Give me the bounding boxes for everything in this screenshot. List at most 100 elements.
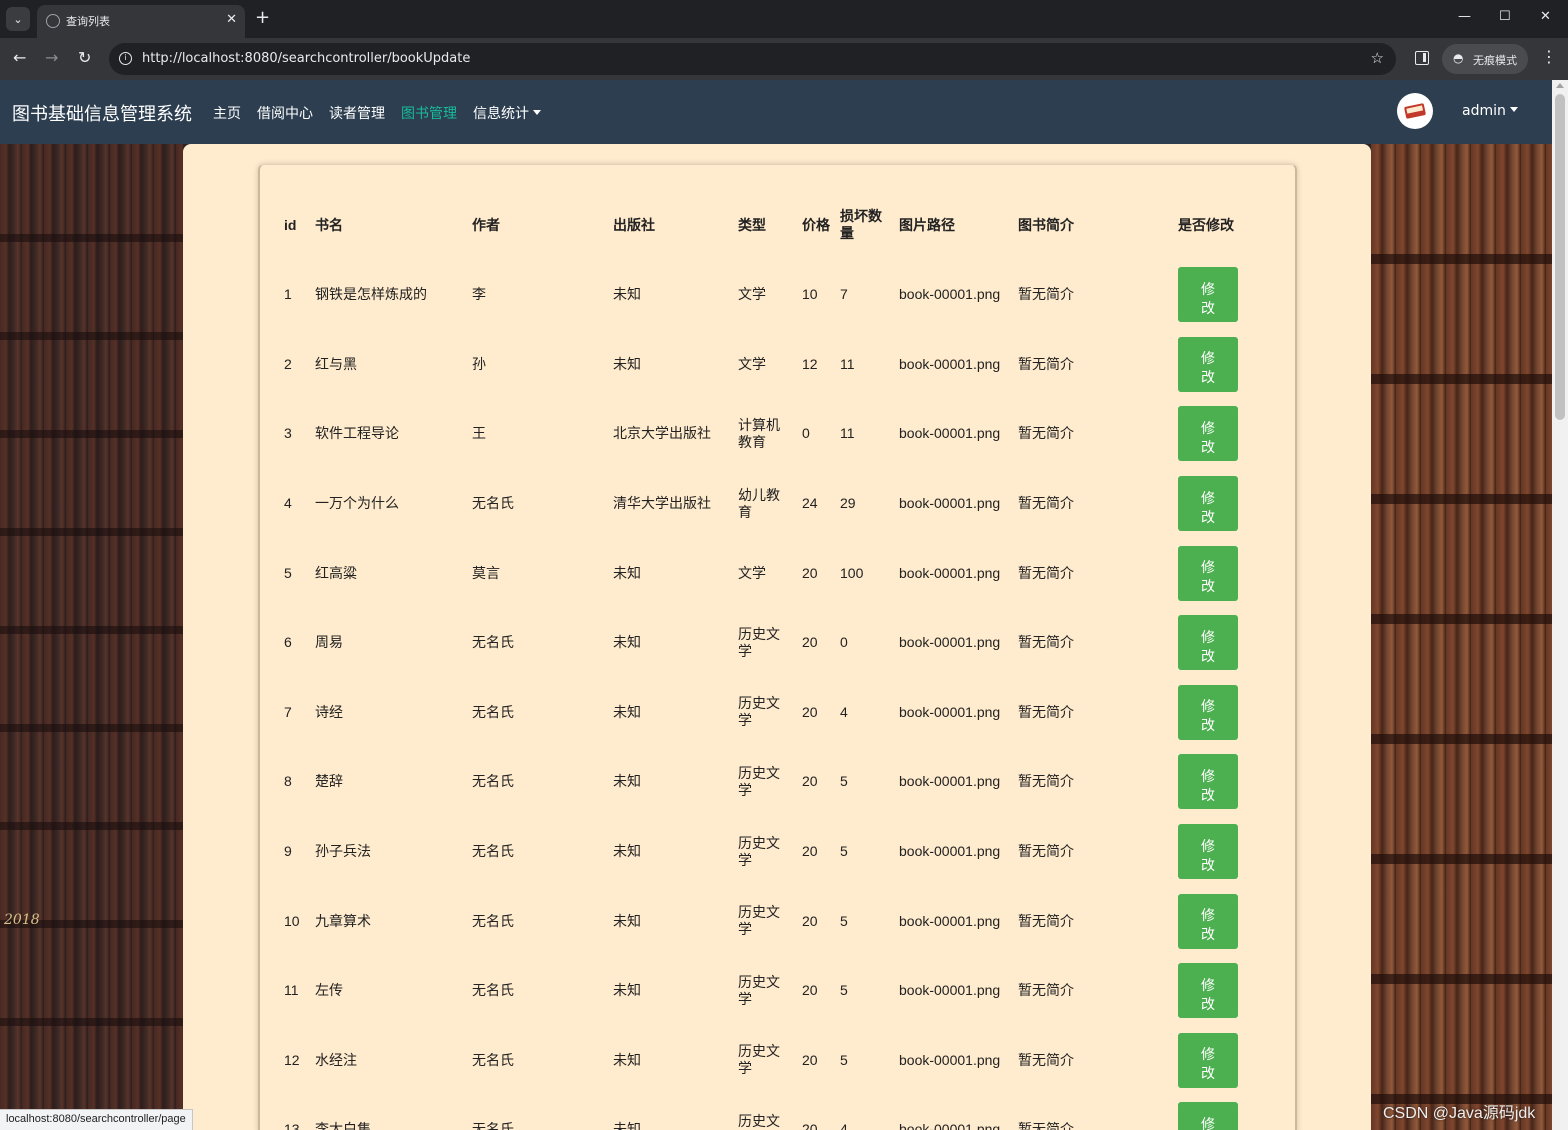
- table-row: 9 孙子兵法 无名氏 未知 历史文学 20 5 book-00001.png 暂无简介 修改: [275, 817, 1261, 887]
- bookshelf-left-image: [0, 144, 183, 1130]
- address-bar[interactable]: i http://localhost:8080/searchcontroller…: [109, 43, 1396, 75]
- cell-price: 24: [802, 495, 818, 512]
- cell-name: 水经注: [315, 1051, 357, 1068]
- header-image: 图片路径: [899, 216, 955, 233]
- table-row: 4 一万个为什么 无名氏 清华大学出版社 幼儿教育 24 29 book-00001.png 暂…: [275, 469, 1261, 539]
- cell-image: book-00001.png: [899, 286, 1001, 303]
- cell-type: 历史文学: [738, 1112, 780, 1130]
- close-window-icon[interactable]: ✕: [1540, 9, 1551, 24]
- reload-icon[interactable]: ↻: [78, 48, 91, 68]
- nav-statistics-label: 信息统计: [473, 106, 529, 122]
- address-url[interactable]: http://localhost:8080/searchcontroller/b…: [142, 51, 470, 66]
- edit-button[interactable]: 修改: [1178, 754, 1238, 810]
- cell-publisher: 未知: [613, 286, 641, 303]
- incognito-indicator[interactable]: ◓ 无痕模式: [1442, 44, 1528, 74]
- cell-image: book-00001.png: [899, 564, 1001, 581]
- nav-home[interactable]: 主页: [213, 103, 241, 123]
- cell-type: 历史文学: [738, 695, 780, 729]
- edit-button[interactable]: 修改: [1178, 1032, 1238, 1088]
- table-row: 3 软件工程导论 王 北京大学出版社 计算机教育 0 11 book-00001.png 暂无简…: [275, 399, 1261, 469]
- edit-button[interactable]: 修改: [1178, 406, 1238, 462]
- cell-price: 20: [802, 1121, 818, 1130]
- cell-intro: 暂无简介: [1018, 564, 1074, 581]
- bookmark-star-icon[interactable]: ☆: [1371, 49, 1384, 67]
- cell-type: 历史文学: [738, 834, 780, 868]
- back-icon[interactable]: ←: [13, 48, 26, 68]
- cell-name: 孙子兵法: [315, 843, 371, 860]
- cell-price: 20: [802, 982, 818, 999]
- cell-price: 20: [802, 703, 818, 720]
- side-panel-icon[interactable]: [1415, 51, 1429, 65]
- scroll-thumb[interactable]: [1555, 94, 1565, 420]
- edit-button[interactable]: 修改: [1178, 615, 1238, 671]
- forward-icon[interactable]: →: [45, 48, 58, 68]
- edit-button[interactable]: 修改: [1178, 963, 1238, 1019]
- incognito-label: 无痕模式: [1473, 54, 1517, 67]
- more-menu-icon[interactable]: ⋮: [1541, 47, 1557, 66]
- maximize-icon[interactable]: ☐: [1499, 9, 1511, 24]
- edit-button[interactable]: 修改: [1178, 1102, 1238, 1130]
- header-author: 作者: [472, 216, 500, 233]
- cell-edit: 修改: [1169, 956, 1261, 1026]
- new-tab-icon[interactable]: +: [255, 7, 270, 29]
- cell-edit: 修改: [1169, 1026, 1261, 1096]
- browser-tab[interactable]: 查询列表 ✕: [37, 5, 245, 38]
- cell-name: 一万个为什么: [315, 495, 399, 512]
- cell-image: book-00001.png: [899, 1051, 1001, 1068]
- close-tab-icon[interactable]: ✕: [226, 12, 237, 27]
- table-row: 2 红与黑 孙 未知 文学 12 11 book-00001.png 暂无简介 修改: [275, 330, 1261, 400]
- cell-price: 20: [802, 843, 818, 860]
- minimize-icon[interactable]: —: [1458, 9, 1471, 24]
- bookshelf-right-image: [1371, 144, 1552, 1130]
- status-bar-url: localhost:8080/searchcontroller/page: [0, 1109, 193, 1130]
- cell-price: 0: [802, 425, 810, 442]
- cell-publisher: 未知: [613, 773, 641, 790]
- cell-image: book-00001.png: [899, 843, 1001, 860]
- cell-author: 莫言: [472, 564, 500, 581]
- nav-reader-management[interactable]: 读者管理: [329, 103, 385, 123]
- cell-author: 无名氏: [472, 703, 514, 720]
- cell-author: 无名氏: [472, 773, 514, 790]
- cell-author: 王: [472, 425, 486, 442]
- edit-button[interactable]: 修改: [1178, 893, 1238, 949]
- cell-image: book-00001.png: [899, 912, 1001, 929]
- nav-statistics-dropdown[interactable]: 信息统计: [473, 103, 541, 123]
- site-brand[interactable]: 图书基础信息管理系统: [12, 100, 192, 126]
- avatar[interactable]: [1397, 93, 1433, 129]
- cell-price: 20: [802, 1051, 818, 1068]
- edit-button[interactable]: 修改: [1178, 336, 1238, 392]
- caret-down-icon: [533, 110, 541, 115]
- edit-button[interactable]: 修改: [1178, 684, 1238, 740]
- cell-author: 无名氏: [472, 634, 514, 651]
- cell-damaged: 7: [840, 286, 848, 303]
- page-scrollbar[interactable]: [1552, 80, 1568, 1130]
- header-intro: 图书简介: [1018, 216, 1074, 233]
- user-menu-dropdown[interactable]: admin: [1462, 103, 1518, 119]
- site-info-icon[interactable]: i: [119, 52, 132, 65]
- edit-button[interactable]: 修改: [1178, 545, 1238, 601]
- cell-damaged: 4: [840, 703, 848, 720]
- incognito-icon: ◓: [1453, 51, 1464, 65]
- tab-title: 查询列表: [66, 15, 110, 28]
- cell-price: 12: [802, 355, 818, 372]
- cell-image: book-00001.png: [899, 773, 1001, 790]
- cell-id: 12: [284, 1051, 300, 1068]
- header-price: 价格: [802, 216, 830, 233]
- nav-book-management[interactable]: 图书管理: [401, 103, 457, 123]
- cell-author: 李: [472, 286, 486, 303]
- edit-button[interactable]: 修改: [1178, 476, 1238, 532]
- cell-type: 历史文学: [738, 973, 780, 1007]
- edit-button[interactable]: 修改: [1178, 824, 1238, 880]
- cell-edit: 修改: [1169, 747, 1261, 817]
- cell-image: book-00001.png: [899, 425, 1001, 442]
- nav-borrow-center[interactable]: 借阅中心: [257, 103, 313, 123]
- cell-edit: 修改: [1169, 330, 1261, 400]
- cell-edit: 修改: [1169, 399, 1261, 469]
- edit-button[interactable]: 修改: [1178, 267, 1238, 323]
- cell-intro: 暂无简介: [1018, 634, 1074, 651]
- cell-edit: 修改: [1169, 678, 1261, 748]
- scroll-up-arrow-icon[interactable]: [1556, 83, 1564, 88]
- cell-id: 11: [284, 982, 299, 999]
- cell-author: 无名氏: [472, 982, 514, 999]
- tab-search-icon[interactable]: ⌄: [6, 7, 30, 31]
